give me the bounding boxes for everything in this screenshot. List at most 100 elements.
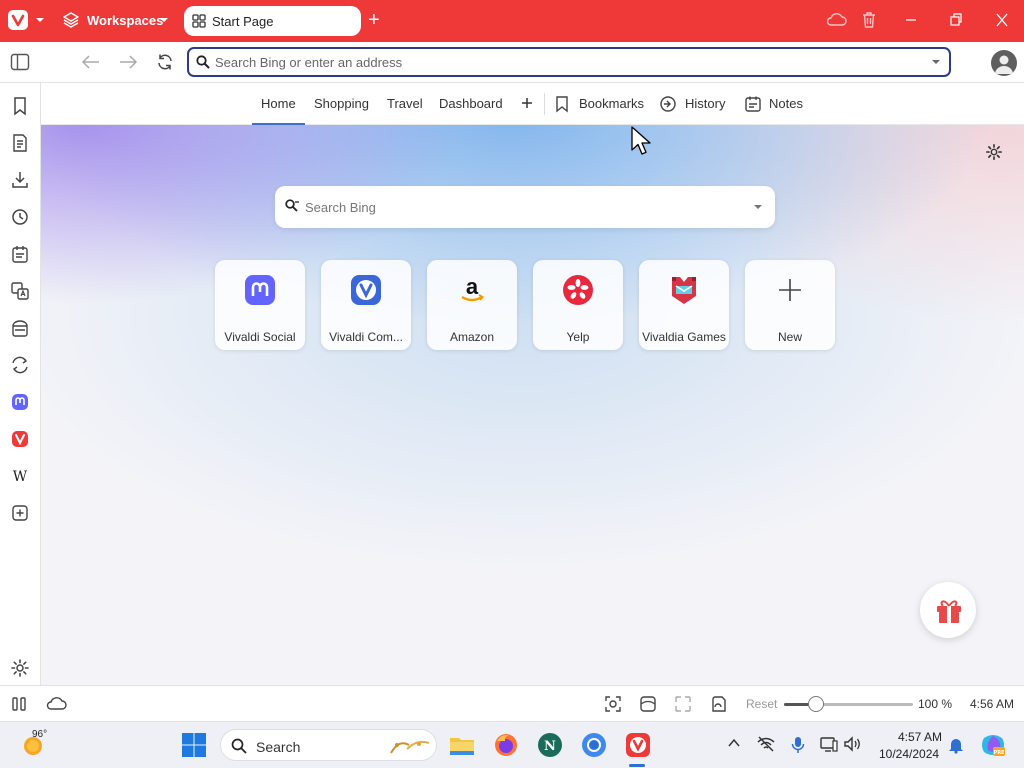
gift-button[interactable] [920, 582, 976, 638]
taskbar-time[interactable]: 4:57 AM [898, 730, 942, 744]
sync-cloud-icon[interactable] [825, 11, 847, 29]
taskbar-search[interactable]: Search [220, 729, 437, 761]
chevron-up-icon[interactable] [727, 736, 741, 750]
bing-search-input[interactable] [305, 199, 735, 215]
vivaldi-panel-icon[interactable] [10, 429, 30, 449]
sync-panel-icon[interactable] [10, 355, 30, 375]
chevron-down-icon[interactable] [34, 14, 46, 26]
address-input[interactable] [215, 53, 915, 71]
speed-dial-yelp[interactable]: Yelp [533, 260, 623, 350]
close-icon[interactable] [994, 11, 1010, 29]
minimize-icon[interactable] [903, 11, 919, 29]
copilot-icon[interactable]: PRE [980, 732, 1006, 758]
title-bar: Workspaces Start Page + [0, 0, 1024, 42]
notes-link[interactable]: Notes [769, 96, 803, 111]
speed-dial-label: Vivaldia Games [642, 330, 726, 344]
tab-shopping[interactable]: Shopping [314, 96, 369, 111]
tab-title: Start Page [212, 14, 274, 29]
mouse-cursor-icon [631, 126, 651, 155]
vivaldi-menu-button[interactable] [8, 10, 28, 30]
zoom-level: 100 % [918, 697, 953, 711]
address-bar-row [0, 42, 1024, 83]
profile-avatar[interactable] [991, 50, 1017, 76]
workspaces-label[interactable]: Workspaces [87, 13, 163, 28]
speed-dial-label: Vivaldi Com... [329, 330, 403, 344]
window-panel-icon[interactable] [10, 318, 30, 338]
notification-bell-icon[interactable] [948, 736, 964, 754]
tab-travel[interactable]: Travel [387, 96, 423, 111]
images-toggle-icon[interactable] [710, 695, 728, 713]
mastodon-icon [245, 275, 275, 305]
address-dropdown-icon[interactable] [931, 58, 941, 66]
speed-dial-vivaldia-games[interactable]: Vivaldia Games [639, 260, 729, 350]
sync-status-cloud-icon[interactable] [45, 695, 67, 713]
vivaldia-games-icon [672, 277, 696, 304]
add-group-icon[interactable] [521, 97, 533, 109]
notion-app-icon[interactable]: N [536, 731, 564, 759]
add-panel-icon[interactable] [10, 503, 30, 523]
panel-toggle-icon[interactable] [11, 695, 29, 713]
address-bar[interactable] [187, 47, 951, 77]
notes-panel-icon[interactable] [10, 244, 30, 264]
bookmarks-panel-icon[interactable] [10, 96, 30, 116]
zoom-slider[interactable] [784, 696, 913, 712]
reload-icon[interactable] [156, 53, 174, 71]
gift-icon [937, 600, 961, 623]
reading-list-icon[interactable] [10, 133, 30, 153]
speed-dial-new[interactable]: New [745, 260, 835, 350]
taskbar-search-label: Search [256, 739, 301, 755]
zoom-slider-handle[interactable] [808, 696, 825, 712]
workspaces-chevron-icon[interactable] [158, 14, 170, 26]
start-page-icon [192, 14, 206, 28]
amazon-icon: a [461, 274, 485, 302]
firefox-icon[interactable] [492, 731, 520, 759]
search-engine-icon [285, 199, 299, 212]
start-page-settings-icon[interactable] [985, 143, 1003, 161]
zoom-reset-button[interactable]: Reset [746, 697, 777, 711]
yelp-icon [563, 275, 593, 305]
speed-dial-amazon[interactable]: a Amazon [427, 260, 517, 350]
bookmark-icon [556, 96, 568, 113]
bookmarks-link[interactable]: Bookmarks [579, 96, 644, 111]
tiling-icon[interactable] [673, 695, 693, 713]
wikipedia-panel-icon[interactable]: W [10, 466, 30, 486]
tab-dashboard[interactable]: Dashboard [439, 96, 503, 111]
svg-text:W: W [13, 469, 28, 485]
history-panel-icon[interactable] [10, 207, 30, 227]
chrome-icon[interactable] [580, 731, 608, 759]
svg-text:a: a [466, 274, 479, 299]
bing-search-box[interactable] [275, 186, 775, 228]
status-bar: Reset 100 % 4:56 AM [0, 685, 1024, 721]
panel-toggle-icon[interactable] [10, 53, 30, 71]
speed-dial-vivaldi-community[interactable]: Vivaldi Com... [321, 260, 411, 350]
workspaces-icon[interactable] [62, 11, 80, 29]
file-explorer-icon[interactable] [448, 731, 476, 759]
weather-temperature[interactable]: 96° [32, 729, 47, 740]
history-link[interactable]: History [685, 96, 725, 111]
taskbar-date[interactable]: 10/24/2024 [879, 747, 939, 761]
trash-icon[interactable] [860, 11, 878, 29]
forward-arrow-icon[interactable] [118, 53, 138, 71]
mastodon-panel-icon[interactable] [10, 392, 30, 412]
microphone-icon[interactable] [791, 736, 805, 754]
svg-text:N: N [544, 739, 556, 754]
vivaldi-taskbar-icon[interactable] [624, 731, 652, 759]
new-tab-button[interactable]: + [368, 10, 380, 30]
start-page-content: Home Shopping Travel Dashboard Bookmarks… [41, 83, 1024, 685]
back-arrow-icon[interactable] [81, 53, 101, 71]
display-icon[interactable] [820, 736, 838, 752]
volume-icon[interactable] [844, 736, 862, 752]
page-actions-icon[interactable] [639, 695, 657, 713]
tab-start-page[interactable]: Start Page [184, 6, 361, 36]
screenshot-icon[interactable] [604, 695, 622, 713]
windows-start-icon[interactable] [180, 731, 208, 759]
translate-icon[interactable] [10, 281, 30, 301]
speed-dial-vivaldi-social[interactable]: Vivaldi Social [215, 260, 305, 350]
notes-icon [745, 96, 761, 112]
tab-home[interactable]: Home [261, 96, 296, 111]
network-offline-icon[interactable] [757, 736, 775, 752]
restore-icon[interactable] [948, 11, 964, 29]
search-engine-dropdown-icon[interactable] [753, 203, 763, 211]
settings-gear-icon[interactable] [10, 658, 30, 678]
downloads-icon[interactable] [10, 170, 30, 190]
